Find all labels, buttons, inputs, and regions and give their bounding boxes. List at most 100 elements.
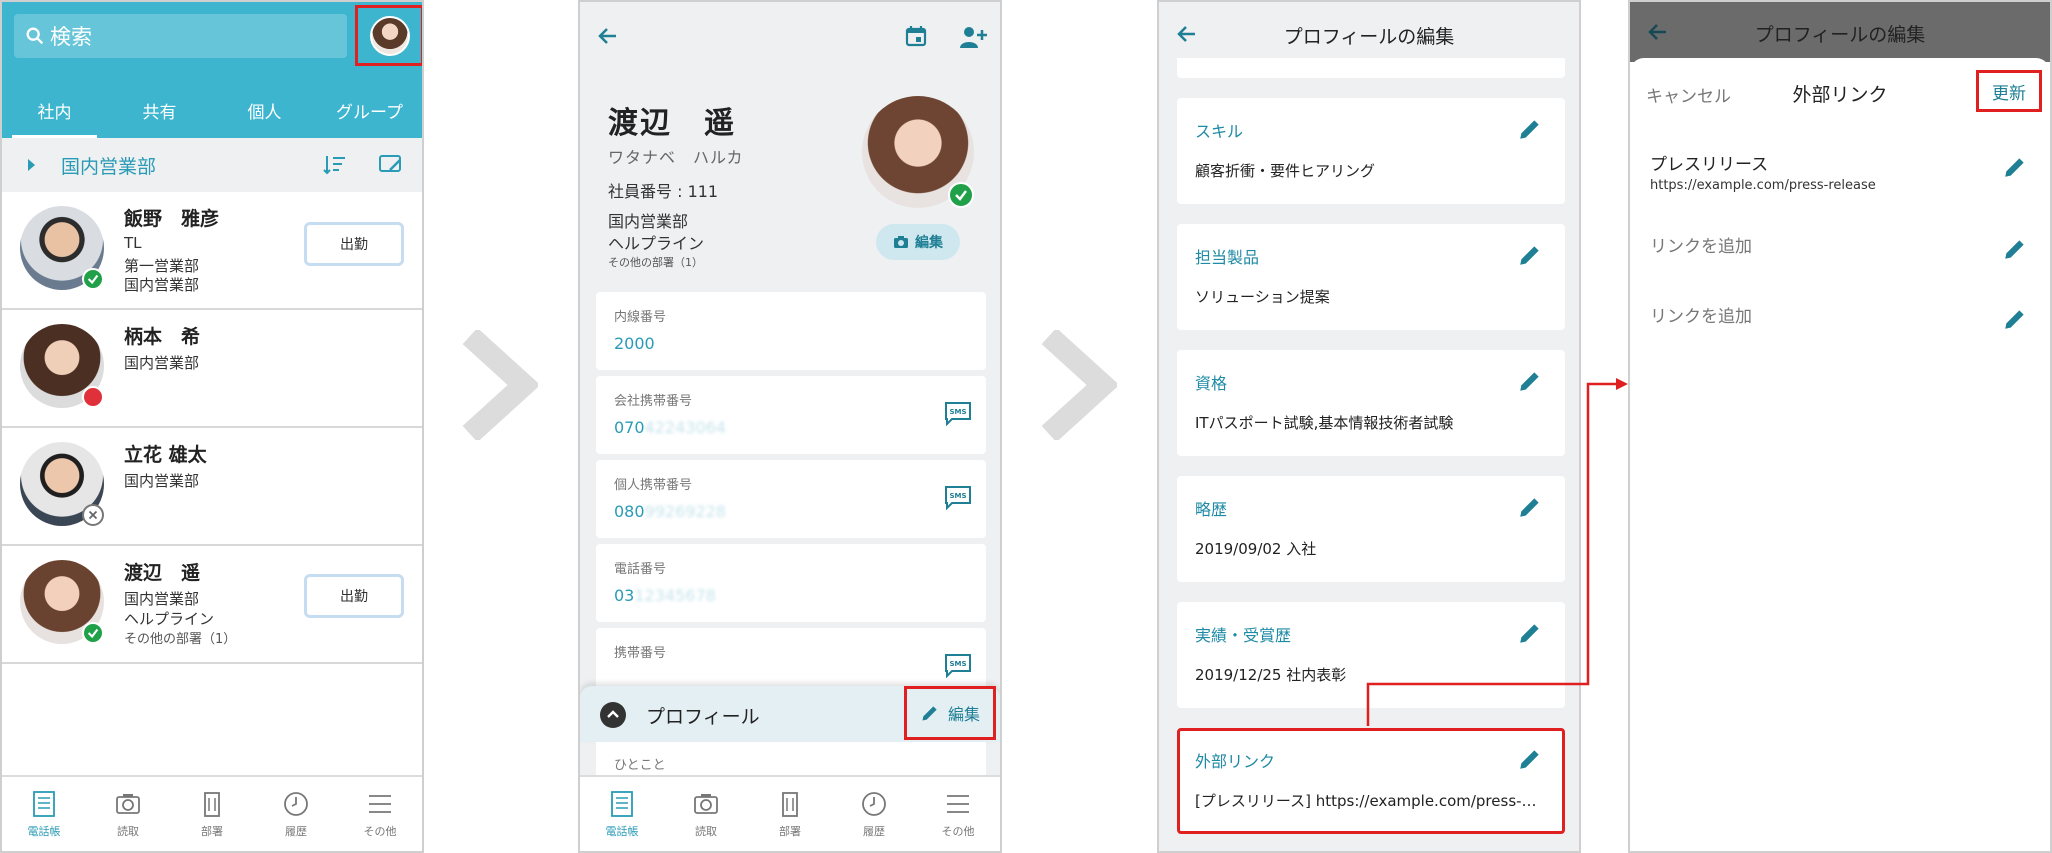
profile-section-title: プロフィール bbox=[646, 706, 760, 728]
building-icon bbox=[204, 792, 220, 817]
department-selector[interactable]: 国内営業部 bbox=[2, 138, 422, 192]
add-link-item[interactable]: リンクを追加 bbox=[1630, 302, 2050, 372]
svg-text:SMS: SMS bbox=[949, 408, 966, 416]
nav-history[interactable]: 履歴 bbox=[254, 777, 338, 851]
pencil-icon[interactable] bbox=[2002, 306, 2028, 332]
pencil-icon[interactable] bbox=[1517, 746, 1543, 772]
bottom-navigation: 電話帳 読取 部署 履歴 その他 bbox=[2, 775, 422, 851]
extension-number-card[interactable]: 内線番号 2000 bbox=[596, 292, 986, 370]
check-icon bbox=[87, 274, 99, 285]
profile-edit-screen: プロフィールの編集 スキル 顧客折衝・要件ヒアリング 担当製品 ソリューション提… bbox=[1157, 0, 1581, 853]
field-value: 2019/12/25 社内表彰 bbox=[1195, 666, 1347, 684]
nav-label: 読取 bbox=[117, 825, 139, 838]
nav-scan[interactable]: 読取 bbox=[86, 777, 170, 851]
calendar-icon[interactable] bbox=[904, 24, 928, 48]
nav-label: 部署 bbox=[779, 825, 801, 838]
contact-dept: ヘルプライン bbox=[124, 610, 215, 628]
add-link-label: リンクを追加 bbox=[1650, 307, 1752, 327]
pencil-icon[interactable] bbox=[1517, 368, 1543, 394]
nav-more[interactable]: その他 bbox=[338, 777, 422, 851]
pencil-icon[interactable] bbox=[1517, 620, 1543, 646]
status-online-badge bbox=[948, 182, 974, 208]
profile-section-header[interactable]: プロフィール 編集 bbox=[580, 686, 1000, 742]
field-label: ひとこと bbox=[614, 758, 666, 773]
phone-number-card[interactable]: 電話番号 0312345678 bbox=[596, 544, 986, 622]
clock-in-button[interactable]: 出勤 bbox=[304, 574, 404, 618]
skill-field-card[interactable]: スキル 顧客折衝・要件ヒアリング bbox=[1177, 98, 1565, 204]
nav-department[interactable]: 部署 bbox=[748, 777, 832, 851]
field-label: スキル bbox=[1195, 122, 1244, 141]
nav-phonebook[interactable]: 電話帳 bbox=[580, 777, 664, 851]
nav-more[interactable]: その他 bbox=[916, 777, 1000, 851]
field-label: 会社携帯番号 bbox=[614, 394, 693, 409]
add-user-icon[interactable] bbox=[958, 24, 988, 50]
tab-personal[interactable]: 個人 bbox=[212, 82, 317, 138]
department-name: 国内営業部 bbox=[61, 155, 157, 178]
field-value: 2019/09/02 入社 bbox=[1195, 540, 1317, 558]
status-busy-badge bbox=[82, 386, 104, 408]
pencil-icon[interactable] bbox=[2002, 154, 2028, 180]
tab-group[interactable]: グループ bbox=[317, 82, 422, 138]
product-field-card[interactable]: 担当製品 ソリューション提案 bbox=[1177, 224, 1565, 330]
contact-row[interactable]: 渡辺 遥 国内営業部 ヘルプライン その他の部署（1） 出勤 bbox=[2, 546, 422, 664]
camera-icon bbox=[694, 794, 718, 814]
clock-icon bbox=[284, 792, 308, 816]
pencil-icon[interactable] bbox=[1517, 116, 1543, 142]
field-value: 07042243064 bbox=[614, 418, 726, 437]
field-value: 顧客折衝・要件ヒアリング bbox=[1195, 162, 1376, 180]
pencil-icon[interactable] bbox=[1517, 242, 1543, 268]
add-link-item[interactable]: リンクを追加 bbox=[1630, 232, 2050, 302]
avatar bbox=[369, 15, 410, 56]
contact-row[interactable]: 飯野 雅彦 TL 第一営業部 国内営業部 出勤 bbox=[2, 192, 422, 310]
my-profile-avatar-button[interactable] bbox=[355, 5, 422, 66]
nav-scan[interactable]: 読取 bbox=[664, 777, 748, 851]
search-icon bbox=[26, 27, 44, 45]
clock-icon bbox=[862, 792, 886, 816]
contact-row[interactable]: 立花 雄太 国内営業部 bbox=[2, 428, 422, 546]
sms-icon[interactable]: SMS bbox=[944, 484, 972, 510]
awards-field-card[interactable]: 実績・受賞歴 2019/12/25 社内表彰 bbox=[1177, 602, 1565, 708]
sms-icon[interactable]: SMS bbox=[944, 652, 972, 678]
contact-name: 飯野 雅彦 bbox=[124, 208, 220, 230]
profile-edit-button[interactable]: 編集 bbox=[904, 686, 996, 740]
app-header: 検索 社内 共有 個人 グループ bbox=[2, 2, 422, 138]
nav-phonebook[interactable]: 電話帳 bbox=[2, 777, 86, 851]
link-name: プレスリリース bbox=[1650, 155, 1769, 175]
dimmed-header: プロフィールの編集 bbox=[1630, 2, 2050, 62]
external-link-field-card[interactable]: 外部リンク [プレスリリース] https://example.com/pres… bbox=[1177, 728, 1565, 834]
field-label: 外部リンク bbox=[1195, 752, 1276, 771]
sort-icon[interactable] bbox=[322, 152, 348, 178]
pencil-icon[interactable] bbox=[1517, 494, 1543, 520]
nav-label: 履歴 bbox=[863, 825, 885, 838]
camera-icon bbox=[894, 236, 908, 248]
sms-icon[interactable]: SMS bbox=[944, 400, 972, 426]
link-item[interactable]: プレスリリース https://example.com/press-releas… bbox=[1630, 150, 2050, 220]
field-label: 携帯番号 bbox=[614, 646, 667, 661]
profile-detail-screen: 渡辺 遥 ワタナベ ハルカ 社員番号 : 111 国内営業部 ヘルプライン その… bbox=[578, 0, 1002, 853]
edit-photo-button[interactable]: 編集 bbox=[876, 224, 960, 260]
close-icon bbox=[88, 510, 98, 520]
pencil-icon[interactable] bbox=[2002, 236, 2028, 262]
back-icon[interactable] bbox=[596, 24, 620, 48]
company-mobile-card[interactable]: 会社携帯番号 07042243064 SMS bbox=[596, 376, 986, 454]
clock-in-button[interactable]: 出勤 bbox=[304, 222, 404, 266]
edit-photo-label: 編集 bbox=[915, 235, 943, 251]
qualification-field-card[interactable]: 資格 ITパスポート試験,基本情報技術者試験 bbox=[1177, 350, 1565, 456]
chevron-up-icon[interactable] bbox=[600, 702, 626, 728]
nav-history[interactable]: 履歴 bbox=[832, 777, 916, 851]
profile-kana: ワタナベ ハルカ bbox=[608, 148, 744, 167]
check-icon bbox=[955, 190, 967, 201]
nav-department[interactable]: 部署 bbox=[170, 777, 254, 851]
profile-other-departments[interactable]: その他の部署（1） bbox=[608, 254, 703, 270]
update-button[interactable]: 更新 bbox=[1976, 70, 2042, 112]
tab-internal[interactable]: 社内 bbox=[2, 82, 107, 138]
contact-row[interactable]: 柄本 希 国内営業部 bbox=[2, 310, 422, 428]
edit-list-icon[interactable] bbox=[378, 152, 404, 178]
tab-shared[interactable]: 共有 bbox=[107, 82, 212, 138]
app-header bbox=[580, 2, 1000, 72]
search-input[interactable]: 検索 bbox=[14, 14, 347, 58]
personal-mobile-card[interactable]: 個人携帯番号 08099269228 SMS bbox=[596, 460, 986, 538]
status-online-badge bbox=[82, 622, 104, 644]
menu-icon bbox=[947, 795, 969, 813]
history-field-card[interactable]: 略歴 2019/09/02 入社 bbox=[1177, 476, 1565, 582]
